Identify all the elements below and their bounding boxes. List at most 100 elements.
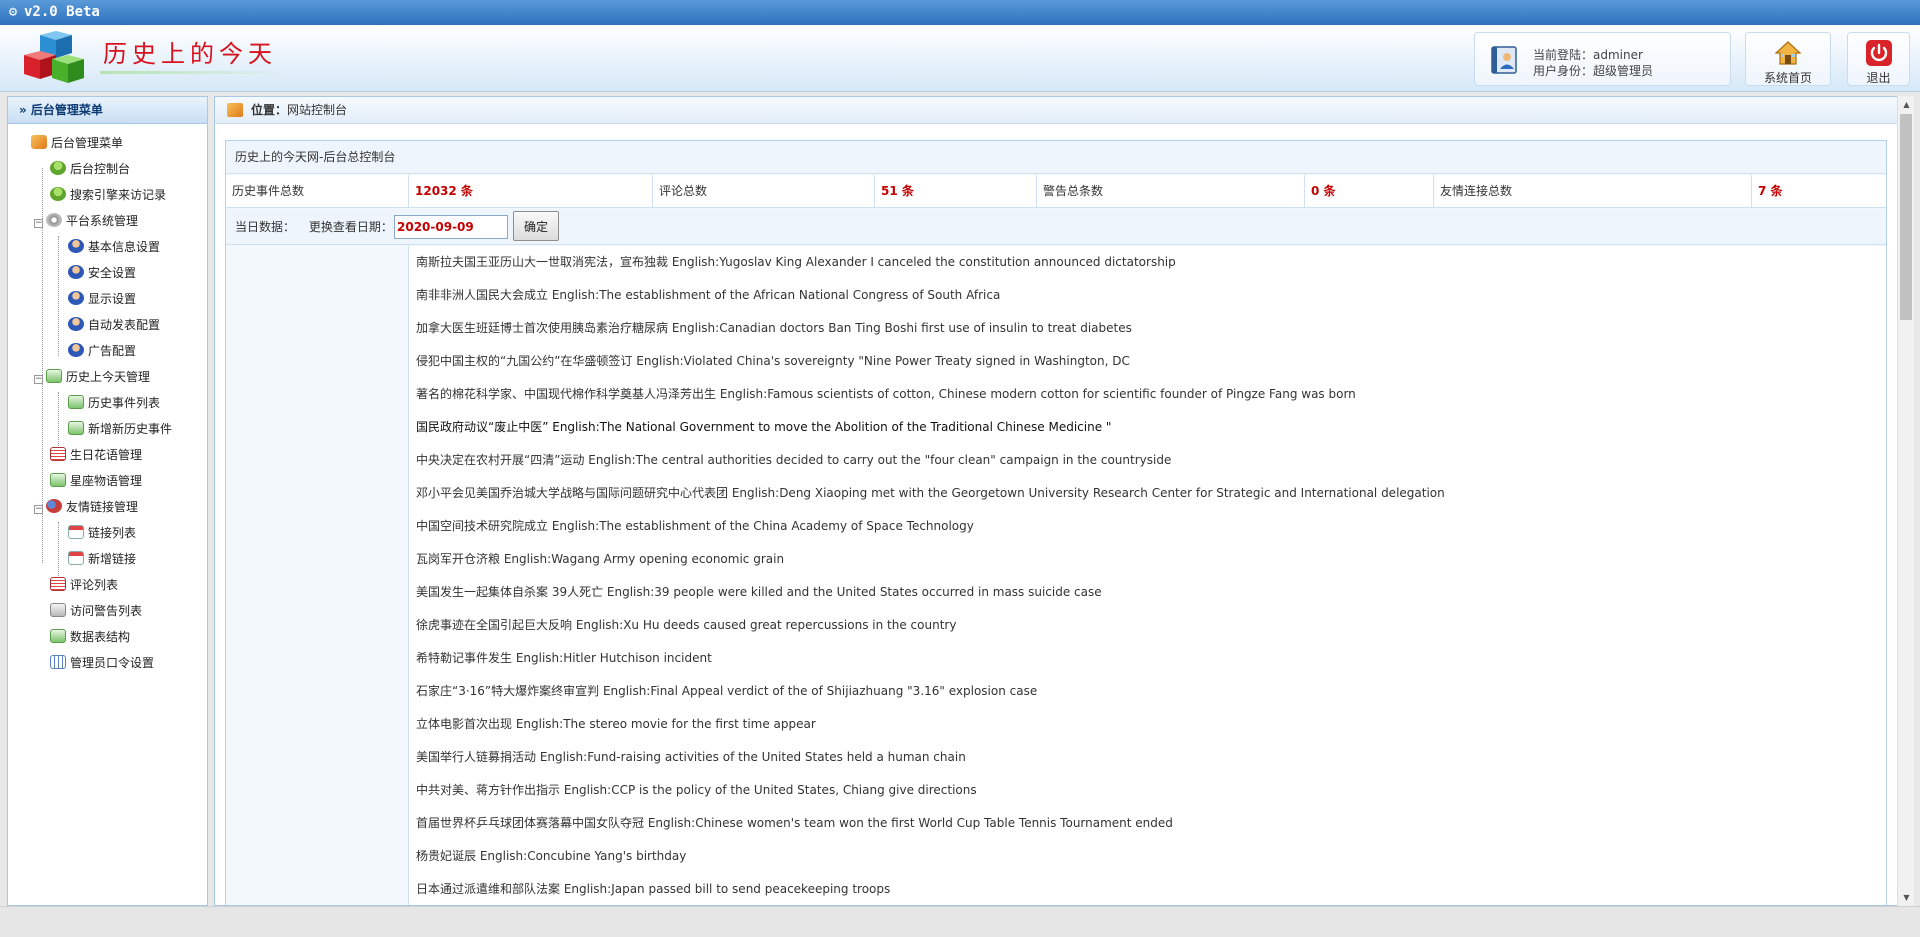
sidebar: » 后台管理菜单 后台管理菜单 后台控制台 搜索引擎来访记录 − 平台系统管理 基…	[7, 96, 208, 906]
sidebar-item-admin-password[interactable]: 管理员口令设置	[50, 653, 154, 673]
user-icon	[68, 291, 84, 305]
sidebar-item-ads[interactable]: 广告配置	[68, 341, 136, 361]
collapse-toggle-icon[interactable]: −	[34, 375, 43, 384]
sidebar-item-friend-links[interactable]: − 友情链接管理	[34, 497, 138, 517]
event-item[interactable]: 国民政府动议“废止中医” English:The National Govern…	[416, 411, 1876, 444]
app-version: v2.0 Beta	[24, 4, 100, 20]
sidebar-item-basic-info[interactable]: 基本信息设置	[68, 237, 160, 257]
event-item[interactable]: 首届世界杯乒乓球团体赛落幕中国女队夺冠 English:Chinese wome…	[416, 807, 1876, 840]
app-titlebar: ⚙ v2.0 Beta	[0, 0, 1920, 25]
event-item[interactable]: 中共对美、蒋方针作出指示 English:CCP is the policy o…	[416, 774, 1876, 807]
event-item[interactable]: 中国空间技术研究院成立 English:The establishment of…	[416, 510, 1876, 543]
collapse-toggle-icon[interactable]: −	[34, 505, 43, 514]
stat-label-warnings: 警告总条数	[1037, 175, 1305, 208]
stat-value-warnings: 0 条	[1305, 175, 1434, 208]
calendar-icon	[68, 525, 84, 539]
scroll-up-arrow-icon[interactable]: ▲	[1898, 96, 1915, 113]
stats-row: 历史事件总数 12032 条 评论总数 51 条 警告总条数 0 条 友情连接总…	[226, 175, 1886, 208]
confirm-button[interactable]: 确定	[513, 211, 559, 241]
location-label: 位置：	[251, 103, 288, 117]
event-item[interactable]: 侵犯中国主权的“九国公约”在华盛顿签订 English:Violated Chi…	[416, 345, 1876, 378]
vertical-scrollbar[interactable]: ▲ ▼	[1897, 96, 1914, 906]
event-item[interactable]: 南斯拉夫国王亚历山大一世取消宪法，宣布独裁 English:Yugoslav K…	[416, 246, 1876, 279]
event-item[interactable]: 日本通过派遣维和部队法案 English:Japan passed bill t…	[416, 873, 1876, 905]
tree-guide	[58, 522, 59, 578]
event-item[interactable]: 著名的棉花科学家、中国现代棉作科学奠基人冯泽芳出生 English:Famous…	[416, 378, 1876, 411]
logo-cubes-icon	[24, 31, 84, 83]
list-icon	[50, 577, 66, 591]
mail-icon	[50, 629, 66, 643]
date-input[interactable]	[394, 215, 508, 239]
scroll-down-arrow-icon[interactable]: ▼	[1898, 889, 1915, 906]
sidebar-item-add-event[interactable]: 新增新历史事件	[68, 419, 172, 439]
sidebar-item-event-list[interactable]: 历史事件列表	[68, 393, 160, 413]
scroll-thumb[interactable]	[1900, 114, 1912, 320]
stat-label-events: 历史事件总数	[226, 175, 409, 208]
grid-icon	[50, 655, 66, 669]
sidebar-item-birthday-flowers[interactable]: 生日花语管理	[50, 445, 142, 465]
mail-icon	[46, 369, 62, 383]
stat-label-links: 友情连接总数	[1434, 175, 1752, 208]
sidebar-item-comments[interactable]: 评论列表	[50, 575, 118, 595]
event-item[interactable]: 邓小平会见美国乔治城大学战略与国际问题研究中心代表团 English:Deng …	[416, 477, 1876, 510]
sidebar-item-console[interactable]: 后台控制台	[50, 159, 130, 179]
location-value: 网站控制台	[287, 103, 348, 117]
event-item[interactable]: 美国举行人链募捐活动 English:Fund-raising activiti…	[416, 741, 1876, 774]
event-item[interactable]: 中央决定在农村开展“四清”运动 English:The central auth…	[416, 444, 1876, 477]
title-underline	[100, 71, 290, 74]
event-item[interactable]: 杨贵妃诞辰 English:Concubine Yang's birthday	[416, 840, 1876, 873]
event-item[interactable]: 加拿大医生班廷博士首次使用胰岛素治疗糖尿病 English:Canadian d…	[416, 312, 1876, 345]
home-icon	[227, 103, 243, 117]
user-icon	[50, 161, 66, 175]
event-item[interactable]: 美国发生一起集体自杀案 39人死亡 English:39 people were…	[416, 576, 1876, 609]
home-label: 系统首页	[1763, 71, 1812, 85]
exit-label: 退出	[1866, 71, 1891, 85]
change-date-label: 更换查看日期：	[308, 220, 393, 234]
sidebar-item-search-visits[interactable]: 搜索引擎来访记录	[50, 185, 166, 205]
sidebar-item-root[interactable]: 后台管理菜单	[31, 133, 123, 153]
calendar-icon	[68, 551, 84, 565]
console-panel: 历史上的今天网-后台总控制台 历史事件总数 12032 条 评论总数 51 条 …	[225, 140, 1887, 905]
event-item[interactable]: 立体电影首次出现 English:The stereo movie for th…	[416, 708, 1876, 741]
user-icon	[68, 343, 84, 357]
stat-value-links: 7 条	[1758, 184, 1783, 198]
bottom-strip	[0, 906, 1920, 937]
stat-label-comments: 评论总数	[653, 175, 875, 208]
site-title: 历史上的今天	[103, 40, 277, 68]
header: 历史上的今天 当前登陆：adminer 用户身份：超级管理员 系统首页 退出	[0, 25, 1920, 92]
today-data-label: 当日数据：	[235, 220, 296, 234]
link-icon	[46, 499, 62, 513]
sidebar-item-db-structure[interactable]: 数据表结构	[50, 627, 130, 647]
mail-icon	[68, 395, 84, 409]
home-icon	[31, 135, 47, 149]
event-item[interactable]: 徐虎事迹在全国引起巨大反响 English:Xu Hu deeds caused…	[416, 609, 1876, 642]
events-label-column	[226, 246, 409, 905]
user-icon	[68, 317, 84, 331]
home-icon	[1774, 41, 1802, 65]
event-item[interactable]: 石家庄“3·16”特大爆炸案终审宣判 English:Final Appeal …	[416, 675, 1876, 708]
sidebar-item-zodiac[interactable]: 星座物语管理	[50, 471, 142, 491]
sidebar-item-add-link[interactable]: 新增链接	[68, 549, 136, 569]
sidebar-item-display[interactable]: 显示设置	[68, 289, 136, 309]
event-item[interactable]: 瓦岗军开仓济粮 English:Wagang Army opening econ…	[416, 543, 1876, 576]
sidebar-item-link-list[interactable]: 链接列表	[68, 523, 136, 543]
date-row: 当日数据： 更换查看日期： 确定	[226, 209, 1886, 245]
sidebar-item-auto-publish[interactable]: 自动发表配置	[68, 315, 160, 335]
user-card-icon	[1491, 46, 1517, 74]
sidebar-item-platform-system[interactable]: − 平台系统管理	[34, 211, 138, 231]
event-item[interactable]: 南非非洲人国民大会成立 English:The establishment of…	[416, 279, 1876, 312]
event-item[interactable]: 希特勒记事件发生 English:Hitler Hutchison incide…	[416, 642, 1876, 675]
user-icon	[50, 187, 66, 201]
events-area: 南斯拉夫国王亚历山大一世取消宪法，宣布独裁 English:Yugoslav K…	[226, 246, 1886, 905]
collapse-toggle-icon[interactable]: −	[34, 219, 43, 228]
system-home-button[interactable]: 系统首页	[1745, 32, 1831, 86]
event-list: 南斯拉夫国王亚历山大一世取消宪法，宣布独裁 English:Yugoslav K…	[416, 246, 1876, 905]
gear-icon	[46, 213, 62, 227]
sidebar-item-access-warnings[interactable]: 访问警告列表	[50, 601, 142, 621]
user-info-box: 当前登陆：adminer 用户身份：超级管理员	[1474, 32, 1731, 86]
sidebar-title: » 后台管理菜单	[8, 97, 207, 124]
cart-icon	[50, 603, 66, 617]
sidebar-item-history-today[interactable]: − 历史上今天管理	[34, 367, 150, 387]
sidebar-item-security[interactable]: 安全设置	[68, 263, 136, 283]
logout-button[interactable]: 退出	[1847, 32, 1910, 86]
